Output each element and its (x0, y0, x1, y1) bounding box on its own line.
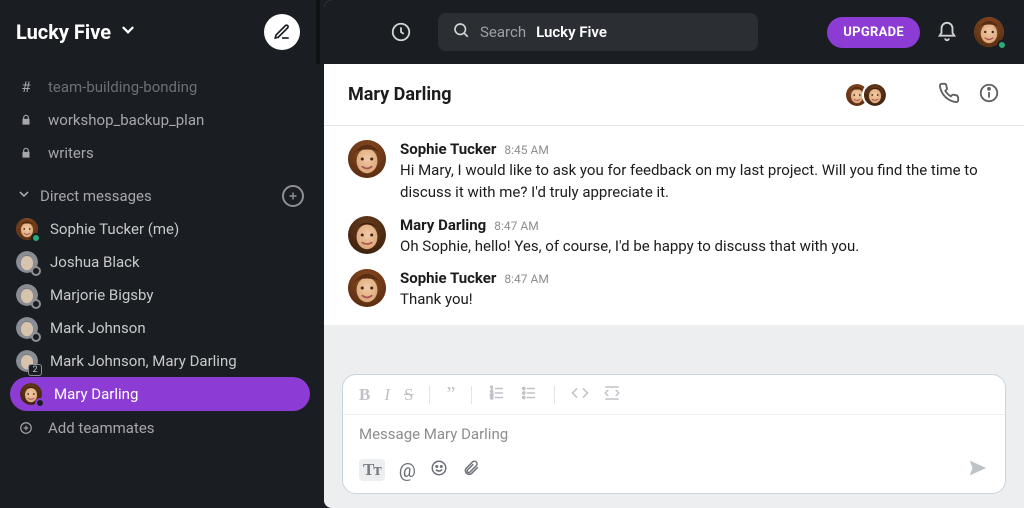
add-teammates-button[interactable]: Add teammates (0, 411, 320, 444)
dm-label: Marjorie Bigsby (50, 286, 153, 304)
bold-button[interactable]: B (359, 385, 370, 405)
channel-item[interactable]: workshop_backup_plan (0, 103, 320, 136)
add-teammates-label: Add teammates (48, 419, 155, 437)
message-text: Thank you! (400, 289, 1000, 311)
member-avatars[interactable] (844, 82, 888, 108)
content: Mary Darling Sophie Tucker 8:45 AM Hi Mar… (324, 64, 1024, 508)
member-count-badge: 2 (28, 364, 42, 376)
dm-item-multi[interactable]: 2 Mark Johnson, Mary Darling (0, 344, 320, 377)
dm-section-header[interactable]: Direct messages (0, 179, 320, 212)
workspace-name: Lucky Five (16, 20, 111, 44)
channel-label: workshop_backup_plan (48, 111, 204, 129)
message-list[interactable]: Sophie Tucker 8:45 AM Hi Mary, I would li… (324, 126, 1024, 325)
message: Mary Darling 8:47 AM Oh Sophie, hello! Ye… (324, 210, 1024, 264)
ordered-list-button[interactable]: 123 (488, 384, 506, 406)
user-avatar[interactable] (974, 17, 1004, 47)
message-author[interactable]: Mary Darling (400, 216, 486, 234)
emoji-button[interactable] (430, 459, 448, 481)
dm-label: Joshua Black (50, 253, 140, 271)
plus-circle-icon (16, 421, 36, 435)
channel-item[interactable]: # team-building-bonding (0, 70, 320, 103)
history-button[interactable] (388, 19, 414, 45)
codeblock-button[interactable] (603, 384, 621, 406)
call-button[interactable] (938, 82, 960, 108)
quote-button[interactable]: ” (446, 383, 455, 406)
send-button[interactable] (967, 457, 989, 483)
add-dm-button[interactable] (282, 185, 304, 207)
italic-button[interactable]: I (384, 385, 390, 405)
svg-text:3: 3 (491, 395, 494, 401)
sidebar: Lucky Five # team-building-bonding works… (0, 0, 320, 508)
sidebar-scroll[interactable]: # team-building-bonding workshop_backup_… (0, 64, 320, 508)
presence-offline-icon (31, 332, 41, 342)
message-author[interactable]: Sophie Tucker (400, 140, 496, 158)
compose-button[interactable] (264, 14, 300, 50)
format-toolbar: B I S ” 123 (343, 375, 1005, 415)
dm-item[interactable]: Marjorie Bigsby (0, 278, 320, 311)
message-time: 8:45 AM (504, 143, 548, 157)
dm-label: Mark Johnson, Mary Darling (50, 352, 237, 370)
search-scope: Lucky Five (536, 23, 607, 41)
presence-offline-icon (31, 299, 41, 309)
lock-icon (16, 146, 36, 160)
search-box[interactable]: Search Lucky Five (438, 13, 758, 51)
presence-offline-icon (31, 266, 41, 276)
info-button[interactable] (978, 82, 1000, 108)
avatar (348, 216, 386, 254)
mention-button[interactable]: @ (399, 459, 416, 482)
avatar (348, 269, 386, 307)
dm-label: Sophie Tucker (me) (50, 220, 179, 238)
message-input[interactable]: Message Mary Darling (343, 415, 1005, 451)
message-text: Hi Mary, I would like to ask you for fee… (400, 160, 1000, 204)
chevron-down-icon (119, 20, 137, 44)
avatar: 2 (16, 350, 38, 372)
channel-label: writers (48, 144, 94, 162)
dm-item[interactable]: Mark Johnson (0, 311, 320, 344)
channel-label: team-building-bonding (48, 78, 197, 96)
strike-button[interactable]: S (404, 385, 413, 405)
avatar (20, 383, 42, 405)
dm-section-label: Direct messages (40, 187, 152, 205)
lock-icon (16, 113, 36, 127)
dm-label: Mark Johnson (50, 319, 146, 337)
attach-button[interactable] (462, 459, 480, 481)
main: Search Lucky Five UPGRADE Mary Darling (324, 0, 1024, 508)
dm-item[interactable]: Joshua Black (0, 245, 320, 278)
search-prefix: Search (480, 23, 526, 41)
message-text: Oh Sophie, hello! Yes, of course, I'd be… (400, 236, 1000, 258)
code-button[interactable] (571, 384, 589, 406)
topbar: Search Lucky Five UPGRADE (324, 0, 1024, 64)
dm-item-active[interactable]: Mary Darling (10, 377, 310, 411)
format-toggle-button[interactable]: Tᴛ (359, 459, 385, 481)
avatar (16, 284, 38, 306)
avatar (348, 140, 386, 178)
hash-icon: # (16, 78, 36, 96)
dm-label: Mary Darling (54, 385, 138, 403)
message-author[interactable]: Sophie Tucker (400, 269, 496, 287)
message: Sophie Tucker 8:47 AM Thank you! (324, 263, 1024, 317)
conversation-header: Mary Darling (324, 64, 1024, 126)
presence-online-icon (997, 40, 1007, 50)
dm-item[interactable]: Sophie Tucker (me) (0, 212, 320, 245)
avatar (16, 251, 38, 273)
message: Sophie Tucker 8:45 AM Hi Mary, I would li… (324, 134, 1024, 210)
channel-item[interactable]: writers (0, 136, 320, 169)
chevron-down-icon (16, 186, 32, 206)
bullet-list-button[interactable] (520, 384, 538, 406)
presence-online-icon (31, 233, 41, 243)
notifications-button[interactable] (934, 19, 960, 45)
presence-offline-icon (35, 398, 45, 408)
conversation-title[interactable]: Mary Darling (348, 84, 452, 105)
composer: B I S ” 123 Message Mary Darling Tᴛ (324, 364, 1024, 508)
avatar (16, 218, 38, 240)
search-icon (452, 21, 470, 43)
workspace-header[interactable]: Lucky Five (0, 0, 320, 64)
upgrade-button[interactable]: UPGRADE (827, 17, 920, 48)
message-time: 8:47 AM (494, 219, 538, 233)
message-time: 8:47 AM (504, 272, 548, 286)
avatar (16, 317, 38, 339)
workspace-switcher[interactable]: Lucky Five (16, 20, 137, 44)
